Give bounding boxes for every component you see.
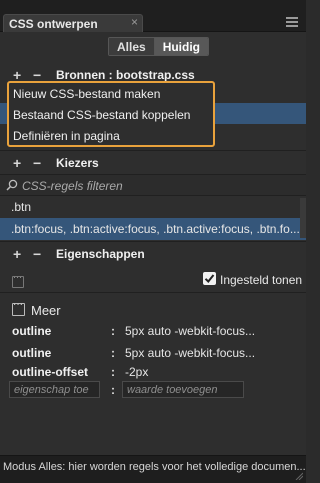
close-icon[interactable]: ×: [131, 15, 138, 29]
selector-text: .btn:focus, .btn:active:focus, .btn.acti…: [11, 222, 300, 236]
menu-item-attach-css[interactable]: Bestaand CSS-bestand koppelen: [13, 108, 190, 122]
property-colon: :: [111, 365, 115, 379]
panel-titlebar: CSS ontwerpen ×: [0, 0, 306, 32]
add-value-input[interactable]: [122, 381, 244, 398]
divider: [0, 150, 306, 151]
selector-item-selected[interactable]: .btn:focus, .btn:active:focus, .btn.acti…: [0, 218, 306, 240]
properties-header: + − Eigenschappen: [0, 244, 306, 264]
mode-current-button[interactable]: Huidig: [154, 38, 209, 55]
selectors-header: + − Kiezers: [0, 153, 306, 173]
divider: [0, 241, 306, 242]
property-value[interactable]: -2px: [125, 365, 148, 379]
properties-label: Eigenschappen: [56, 247, 145, 261]
remove-property-button[interactable]: −: [33, 246, 41, 262]
tab-css-designer[interactable]: CSS ontwerpen ×: [3, 14, 143, 32]
selector-item[interactable]: .btn: [0, 196, 306, 218]
property-name[interactable]: outline: [12, 346, 51, 360]
more-options-icon[interactable]: [12, 272, 24, 288]
show-set-label: Ingesteld tonen: [220, 273, 303, 287]
property-colon: :: [111, 346, 115, 360]
add-source-menu: Nieuw CSS-bestand maken Bestaand CSS-bes…: [7, 81, 215, 147]
selectors-label: Kiezers: [56, 156, 99, 170]
property-name[interactable]: outline: [12, 324, 51, 338]
add-selector-button[interactable]: +: [13, 155, 21, 171]
add-property-input[interactable]: [9, 381, 100, 398]
selector-filter: [0, 174, 306, 196]
divider: [0, 292, 306, 293]
search-icon: [6, 179, 18, 191]
mode-all-button[interactable]: Alles: [109, 38, 155, 55]
panel-menu-icon[interactable]: [286, 17, 298, 27]
remove-selector-button[interactable]: −: [33, 155, 41, 171]
selector-text: .btn: [11, 200, 32, 214]
show-set-checkbox[interactable]: [203, 272, 216, 285]
menu-item-new-css[interactable]: Nieuw CSS-bestand maken: [13, 87, 160, 101]
more-label: Meer: [31, 303, 61, 318]
mode-toggle: Alles Huidig: [108, 37, 210, 56]
resize-grip-icon[interactable]: [295, 472, 303, 480]
property-value[interactable]: 5px auto -webkit-focus...: [125, 346, 255, 360]
property-colon: :: [111, 383, 115, 397]
menu-item-define-in-page[interactable]: Definiëren in pagina: [13, 129, 120, 143]
sources-label: Bronnen : bootstrap.css: [56, 68, 195, 82]
property-colon: :: [111, 324, 115, 338]
more-icon[interactable]: [12, 299, 25, 316]
checkmark-icon: [204, 274, 215, 283]
property-name[interactable]: outline-offset: [12, 365, 88, 379]
add-property-button[interactable]: +: [13, 246, 21, 262]
property-value[interactable]: 5px auto -webkit-focus...: [125, 324, 255, 338]
status-bar: Modus Alles: hier worden regels voor het…: [0, 455, 306, 483]
status-text: Modus Alles: hier worden regels voor het…: [3, 461, 306, 473]
selector-scrollbar[interactable]: [300, 198, 306, 238]
filter-css-rules-input[interactable]: [22, 178, 292, 193]
tab-title: CSS ontwerpen: [9, 17, 98, 31]
